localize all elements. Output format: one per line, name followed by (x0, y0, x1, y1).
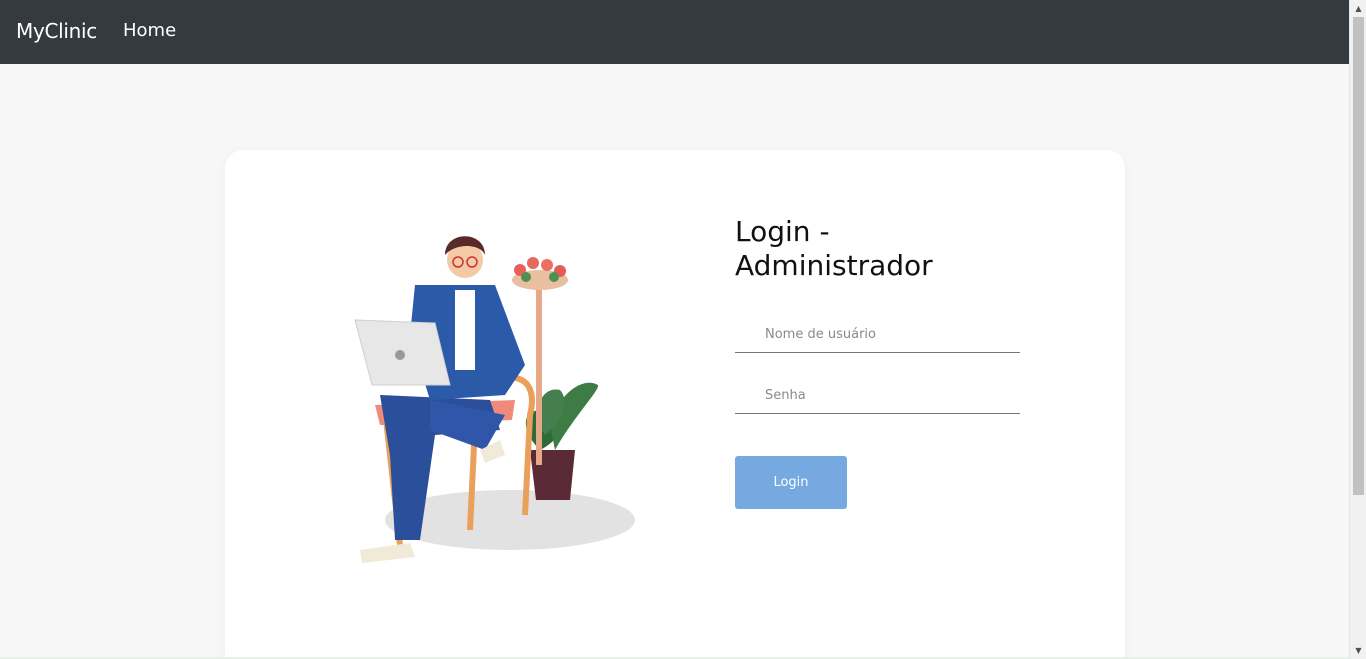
laptop-logo (395, 350, 405, 360)
flower (541, 259, 553, 271)
navbar: MyClinic Home (0, 0, 1349, 64)
person-with-laptop-illustration (354, 236, 635, 563)
login-button[interactable]: Login (735, 456, 847, 509)
login-title: Login - Administrador (735, 215, 933, 282)
flower (527, 257, 539, 269)
scroll-up-arrow-icon[interactable]: ▲ (1350, 0, 1366, 17)
nav-home-link[interactable]: Home (123, 20, 176, 41)
password-input[interactable] (735, 378, 1020, 414)
brand-link[interactable]: MyClinic (16, 19, 97, 43)
username-input[interactable] (735, 317, 1020, 353)
scroll-thumb[interactable] (1353, 17, 1364, 495)
plant-stand (536, 280, 542, 465)
scroll-down-arrow-icon[interactable]: ▼ (1350, 642, 1366, 659)
shoe (360, 543, 415, 563)
flower-leaf (521, 272, 531, 282)
vertical-scrollbar[interactable]: ▲ ▼ (1349, 0, 1366, 659)
flower-leaf (549, 272, 559, 282)
shirt (455, 290, 475, 370)
